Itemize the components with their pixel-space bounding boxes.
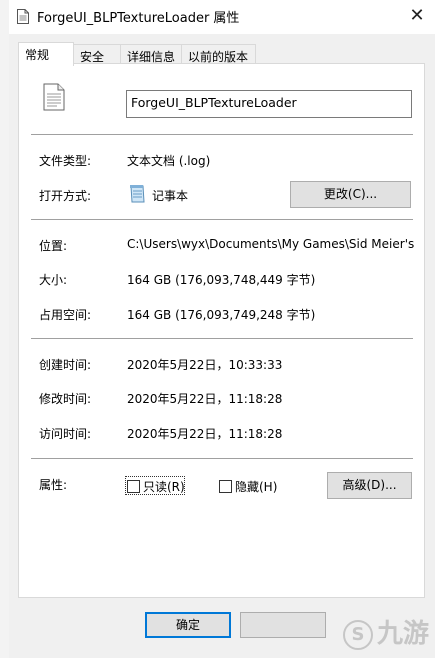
file-name-field[interactable]: ForgeUI_BLPTextureLoader bbox=[126, 90, 412, 118]
notepad-icon bbox=[130, 185, 145, 203]
general-panel: ForgeUI_BLPTextureLoader 文件类型: 文本文档 (.lo… bbox=[18, 63, 425, 598]
advanced-button[interactable]: 高级(D)... bbox=[327, 472, 412, 499]
close-icon: ✕ bbox=[409, 5, 425, 26]
size-on-disk-value: 164 GB (176,093,749,248 字节) bbox=[127, 308, 316, 322]
document-icon bbox=[43, 83, 65, 111]
watermark-icon: S bbox=[342, 619, 373, 650]
watermark-logo: S 九游 bbox=[342, 613, 429, 650]
separator bbox=[31, 338, 413, 339]
separator bbox=[31, 458, 413, 459]
created-label: 创建时间: bbox=[39, 358, 92, 372]
attributes-label: 属性: bbox=[39, 478, 68, 492]
tab-details[interactable]: 详细信息 bbox=[120, 44, 182, 65]
separator bbox=[31, 134, 413, 135]
created-value: 2020年5月22日，10:33:33 bbox=[127, 358, 283, 372]
tab-security[interactable]: 安全 bbox=[73, 44, 121, 65]
hidden-label[interactable]: 隐藏(H) bbox=[235, 478, 277, 495]
location-value: C:\Users\wyx\Documents\My Games\Sid Meie… bbox=[127, 237, 415, 251]
accessed-value: 2020年5月22日，11:18:28 bbox=[127, 427, 283, 441]
modified-value: 2020年5月22日，11:18:28 bbox=[127, 392, 283, 406]
open-with-value: 记事本 bbox=[152, 189, 189, 203]
file-type-label: 文件类型: bbox=[39, 154, 92, 168]
size-on-disk-label: 占用空间: bbox=[39, 308, 92, 322]
open-with-label: 打开方式: bbox=[39, 189, 92, 203]
window-title: ForgeUI_BLPTextureLoader 属性 bbox=[37, 11, 240, 26]
title-bar[interactable]: ForgeUI_BLPTextureLoader 属性 ✕ bbox=[9, 0, 435, 34]
tab-general[interactable]: 常规 bbox=[18, 42, 74, 66]
location-label: 位置: bbox=[39, 239, 68, 253]
cancel-button[interactable] bbox=[240, 612, 326, 638]
watermark-text: 九游 bbox=[376, 619, 429, 649]
close-button[interactable]: ✕ bbox=[399, 0, 435, 32]
change-button[interactable]: 更改(C)... bbox=[290, 181, 411, 208]
file-type-value: 文本文档 (.log) bbox=[127, 154, 211, 168]
ok-button[interactable]: 确定 bbox=[145, 612, 231, 638]
hidden-checkbox[interactable] bbox=[219, 480, 232, 493]
modified-label: 修改时间: bbox=[39, 392, 92, 406]
separator bbox=[31, 219, 413, 220]
properties-dialog: ForgeUI_BLPTextureLoader 属性 ✕ 常规 安全 详细信息… bbox=[9, 0, 435, 658]
readonly-label[interactable]: 只读(R) bbox=[143, 478, 185, 495]
accessed-label: 访问时间: bbox=[39, 427, 92, 441]
size-label: 大小: bbox=[39, 273, 68, 287]
tab-previous-versions[interactable]: 以前的版本 bbox=[181, 44, 256, 65]
document-icon bbox=[17, 9, 29, 24]
size-value: 164 GB (176,093,748,449 字节) bbox=[127, 273, 316, 287]
